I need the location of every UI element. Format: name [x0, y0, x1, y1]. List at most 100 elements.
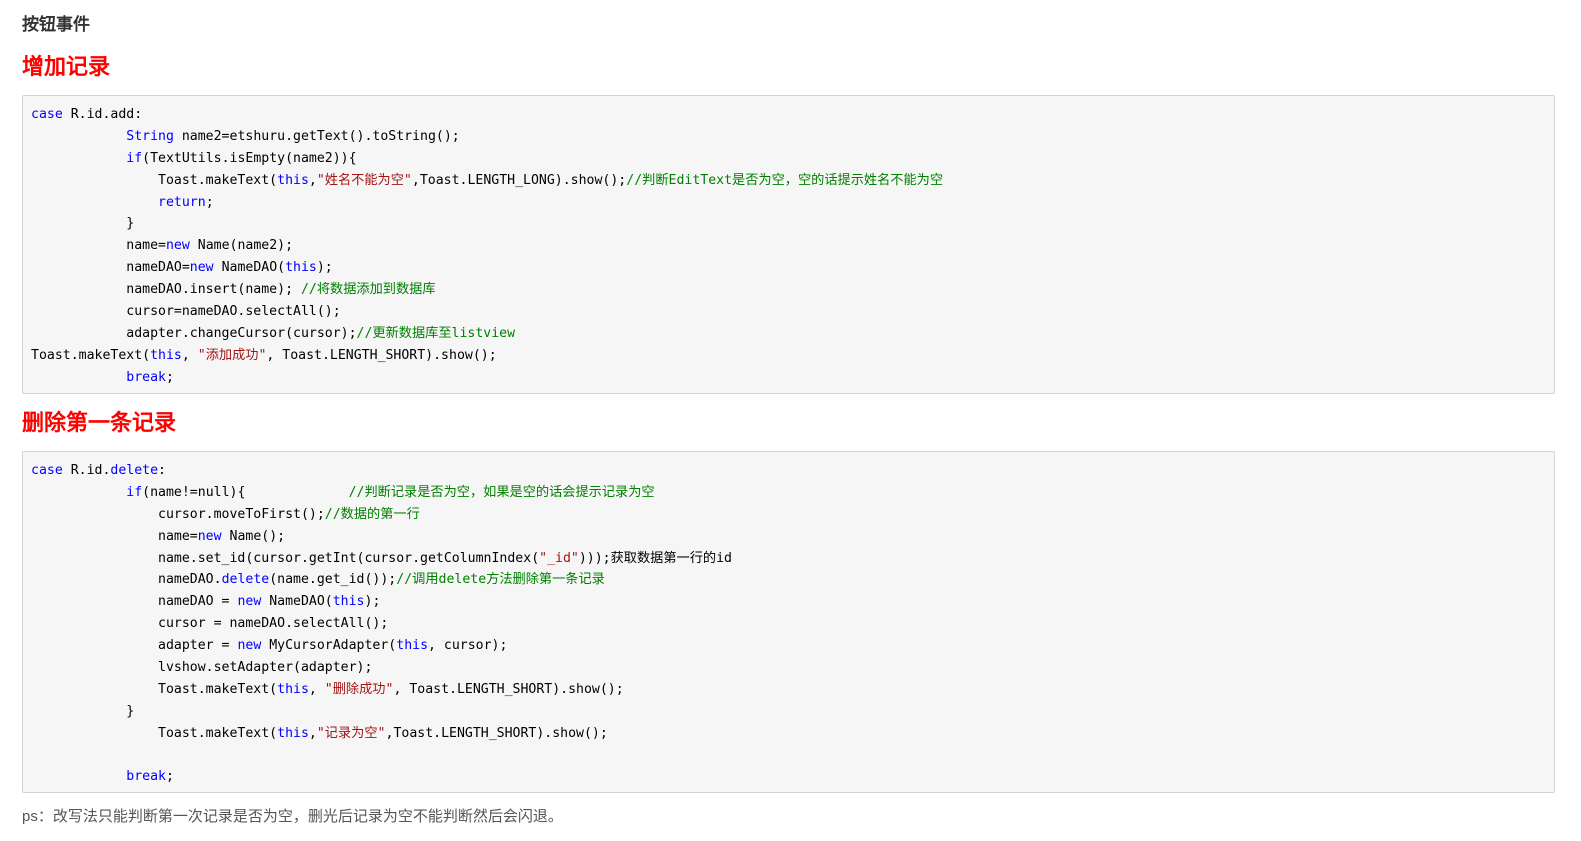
keyword-token: case: [31, 463, 63, 478]
comment-token: //数据的第一行: [324, 506, 420, 522]
comment-token: //判断EditText是否为空，空的话提示姓名不能为空: [626, 172, 944, 188]
keyword-token: this: [285, 260, 317, 276]
keyword-token: new: [165, 238, 190, 254]
add-record-code-block: case R.id.add: String name2=etshuru.getT…: [22, 95, 1555, 394]
keyword-token: new: [197, 528, 222, 544]
keyword-token: this: [277, 681, 309, 697]
code-token: R.id.: [62, 463, 111, 478]
code-token: Toast.makeText(: [31, 681, 278, 697]
code-token: ;: [205, 194, 214, 210]
keyword-token: break: [126, 369, 166, 385]
code-token: name=: [31, 238, 166, 254]
code-token: );: [316, 260, 333, 276]
keyword-token: delete: [221, 572, 270, 588]
code-token: lvshow.setAdapter(adapter);: [31, 660, 373, 676]
ps-note: ps：改写法只能判断第一次记录是否为空，删光后记录为空不能判断然后会闪退。: [22, 808, 563, 825]
code-token: nameDAO.insert(name);: [31, 282, 301, 298]
code-line: adapter = new MyCursorAdapter(this, curs…: [31, 635, 1554, 657]
string-token: "记录为空": [316, 725, 386, 741]
code-line: break;: [31, 766, 1554, 788]
delete-record-heading: 删除第一条记录: [22, 410, 177, 435]
code-token: ,: [308, 681, 325, 697]
code-token: )));获取数据第一行的id: [578, 550, 732, 566]
code-line: Toast.makeText(this, "添加成功", Toast.LENGT…: [31, 345, 1554, 367]
section-title: 按钮事件: [22, 15, 90, 34]
code-line: adapter.changeCursor(cursor);//更新数据库至lis…: [31, 323, 1554, 345]
code-token: }: [31, 703, 135, 719]
code-token: :: [158, 463, 166, 478]
code-line: name.set_id(cursor.getInt(cursor.getColu…: [31, 548, 1554, 570]
code-line: }: [31, 213, 1554, 235]
add-record-heading: 增加记录: [22, 54, 111, 79]
code-line: Toast.makeText(this,"记录为空",Toast.LENGTH_…: [31, 723, 1554, 745]
code-line: name=new Name(name2);: [31, 235, 1554, 257]
code-line: nameDAO.delete(name.get_id());//调用delete…: [31, 569, 1554, 591]
code-line: name=new Name();: [31, 526, 1554, 548]
code-token: );: [364, 594, 381, 610]
code-token: cursor = nameDAO.selectAll();: [31, 616, 389, 632]
keyword-token: if: [126, 484, 143, 500]
code-line: Toast.makeText(this, "删除成功", Toast.LENGT…: [31, 679, 1554, 701]
code-line: nameDAO=new NameDAO(this);: [31, 257, 1554, 279]
delete-record-code-block: case R.id.delete: if(name!=null){ //判断记录…: [22, 451, 1555, 793]
code-token: Toast.makeText(: [31, 172, 278, 188]
code-line: break;: [31, 367, 1554, 389]
code-line: return;: [31, 192, 1554, 214]
code-line: nameDAO = new NameDAO(this);: [31, 591, 1554, 613]
keyword-token: new: [189, 260, 214, 276]
code-line: cursor=nameDAO.selectAll();: [31, 301, 1554, 323]
code-token: MyCursorAdapter(: [261, 638, 397, 654]
code-token: ;: [165, 369, 174, 385]
code-token: ,Toast.LENGTH_SHORT).show();: [385, 725, 608, 741]
code-token: nameDAO =: [31, 594, 238, 610]
code-token: nameDAO=: [31, 260, 190, 276]
comment-token: //调用delete方法删除第一条记录: [396, 572, 605, 588]
code-token: , cursor);: [428, 638, 508, 654]
code-token: , Toast.LENGTH_SHORT).show();: [393, 681, 624, 697]
string-token: "姓名不能为空": [316, 172, 412, 188]
keyword-token: if: [126, 150, 143, 166]
code-line: String name2=etshuru.getText().toString(…: [31, 126, 1554, 148]
code-token: nameDAO.: [31, 572, 222, 588]
keyword-token: break: [126, 769, 166, 785]
code-token: adapter.changeCursor(cursor);: [31, 325, 357, 341]
code-token: name=: [31, 528, 198, 544]
code-token: (name!=null){: [142, 484, 349, 500]
code-token: name2=etshuru.getText().toString();: [173, 128, 460, 144]
code-token: cursor.moveToFirst();: [31, 506, 325, 522]
code-token: NameDAO(: [213, 260, 286, 276]
string-token: "删除成功": [324, 681, 394, 697]
keyword-token: delete: [110, 463, 159, 478]
code-line: nameDAO.insert(name); //将数据添加到数据库: [31, 279, 1554, 301]
code-line: case R.id.delete:: [31, 460, 1554, 482]
keyword-token: this: [332, 594, 365, 610]
code-token: (TextUtils.isEmpty(name2)){: [142, 150, 357, 166]
keyword-token: new: [237, 638, 262, 654]
code-line: Toast.makeText(this,"姓名不能为空",Toast.LENGT…: [31, 170, 1554, 192]
code-token: , Toast.LENGTH_SHORT).show();: [266, 347, 497, 363]
keyword-token: case: [31, 107, 63, 122]
comment-token: //判断记录是否为空，如果是空的话会提示记录为空: [348, 484, 655, 500]
code-token: ,: [181, 347, 198, 363]
code-line: cursor = nameDAO.selectAll();: [31, 613, 1554, 635]
string-token: "_id": [539, 550, 579, 566]
code-line: }: [31, 701, 1554, 723]
code-token: (name.get_id());: [269, 572, 397, 588]
code-token: Name();: [221, 528, 286, 544]
keyword-token: this: [277, 725, 309, 741]
string-token: "添加成功": [197, 347, 267, 363]
code-token: name.set_id(cursor.getInt(cursor.getColu…: [31, 550, 540, 566]
code-token: }: [31, 216, 135, 232]
code-token: Toast.makeText(: [31, 347, 151, 363]
comment-token: //将数据添加到数据库: [300, 282, 436, 298]
keyword-token: this: [396, 638, 429, 654]
code-token: R.id.add:: [62, 107, 143, 122]
code-line: case R.id.add:: [31, 104, 1554, 126]
